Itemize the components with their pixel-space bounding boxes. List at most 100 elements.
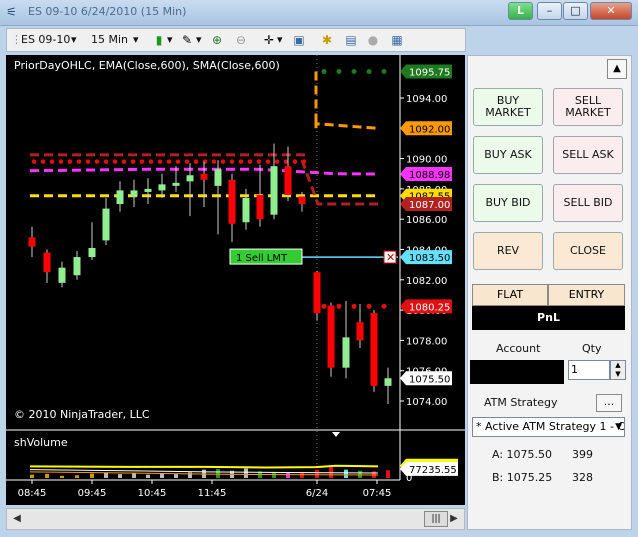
candle-body <box>28 237 36 247</box>
flat-status: FLAT <box>472 284 548 306</box>
crosshair-icon[interactable]: ✛ <box>261 32 277 48</box>
pivot-dot <box>67 159 73 164</box>
buy-ask-button[interactable]: BUY ASK <box>473 136 543 174</box>
pivot-dot <box>139 159 145 164</box>
pivot-dot <box>175 159 181 164</box>
pivot-dot <box>336 303 342 309</box>
qty-label: Qty <box>582 342 602 355</box>
candle-body <box>88 247 96 258</box>
minimize-button[interactable]: – <box>537 2 562 20</box>
interval-selector[interactable]: 15 Min <box>91 32 128 48</box>
candle-body <box>200 173 208 180</box>
pivot-dot <box>351 303 357 309</box>
drawing-dropdown-icon[interactable]: ▾ <box>196 32 202 48</box>
volume-bar <box>132 473 136 478</box>
ask-price: A: 1075.50 <box>492 448 553 461</box>
price-chart[interactable]: 1094.001092.001090.001088.001086.001084.… <box>6 55 465 505</box>
quantity-stepper[interactable]: ▲ ▼ <box>610 360 626 380</box>
scroll-thumb[interactable]: ||| <box>424 511 448 527</box>
chart-canvas[interactable]: 1094.001092.001090.001088.001086.001084.… <box>6 55 465 505</box>
chevron-down-icon: ▼ <box>615 422 622 432</box>
chart-scrollbar[interactable]: ◀ ||| ▶ <box>6 508 465 530</box>
pivot-dot <box>193 159 199 164</box>
pivot-dot <box>85 159 91 164</box>
price-tick-label: 1086.00 <box>406 215 447 226</box>
strategy-icon[interactable]: ● <box>365 32 381 48</box>
bar-type-dropdown-icon[interactable]: ▾ <box>167 32 173 48</box>
volume-label: shVolume <box>14 436 68 449</box>
pivot-dot <box>381 303 387 309</box>
sell-bid-button[interactable]: SELL BID <box>553 184 623 222</box>
pivot-dot <box>76 159 82 164</box>
pivot-dot <box>40 159 46 164</box>
collapse-panel-button[interactable]: ▲ <box>607 59 627 79</box>
pivot-dot <box>166 159 172 164</box>
atm-strategy-options-button[interactable]: ... <box>596 394 622 412</box>
candle-body <box>342 337 350 368</box>
reverse-button[interactable]: REV <box>473 232 543 270</box>
time-tick-label: 08:45 <box>18 488 47 499</box>
price-tag-label: 1088.98 <box>409 170 450 181</box>
volume-marker-icon <box>332 432 340 437</box>
quantity-input[interactable]: 1 <box>568 360 610 380</box>
volume-tag-label: 77235.55 <box>409 465 457 476</box>
pivot-dot <box>238 159 244 164</box>
prior-high-line <box>314 71 379 130</box>
pivot-dot <box>130 159 136 164</box>
pivot-dot <box>292 159 298 164</box>
atm-strategy-select[interactable]: * Active ATM Strategy 1 - C ▼ <box>472 417 625 437</box>
volume-bar <box>60 475 64 478</box>
candle-body <box>144 188 152 192</box>
volume-bar <box>244 468 248 478</box>
pencil-icon[interactable]: ✎ <box>179 32 195 48</box>
copyright-label: © 2010 NinjaTrader, LLC <box>14 408 150 421</box>
account-selector[interactable] <box>470 360 564 384</box>
interval-dropdown-icon[interactable]: ▾ <box>133 32 139 48</box>
link-button[interactable]: L <box>508 2 533 20</box>
pnl-display: PnL <box>472 306 625 330</box>
scroll-left-icon[interactable]: ◀ <box>9 511 25 527</box>
pivot-dot <box>301 159 307 164</box>
buy-bid-button[interactable]: BUY BID <box>473 184 543 222</box>
pivot-dot <box>366 303 372 309</box>
price-tag-label: 1092.00 <box>409 124 450 135</box>
candle-body <box>102 208 110 241</box>
buy-market-button[interactable]: BUY MARKET <box>473 88 543 126</box>
indicators-icon[interactable]: ▤ <box>343 32 359 48</box>
bar-type-icon[interactable]: ▮ <box>151 32 167 48</box>
candle-body <box>284 166 292 195</box>
account-label: Account <box>496 342 541 355</box>
sell-market-button[interactable]: SELL MARKET <box>553 88 623 126</box>
close-button[interactable]: ✕ <box>590 2 632 20</box>
pivot-dot <box>157 159 163 164</box>
zoom-in-icon[interactable]: ⊕ <box>209 32 225 48</box>
scroll-right-icon[interactable]: ▶ <box>446 511 462 527</box>
properties-icon[interactable]: ▣ <box>291 32 307 48</box>
instrument-dropdown-icon[interactable]: ▾ <box>71 32 77 48</box>
volume-bar <box>344 469 348 478</box>
volume-bar <box>174 474 178 478</box>
time-tick-label: 6/24 <box>306 488 328 499</box>
instrument-selector[interactable]: ES 09-10 <box>21 32 70 48</box>
zoom-out-icon[interactable]: ⊖ <box>233 32 249 48</box>
pivot-dot <box>211 159 217 164</box>
pivot-dot <box>103 159 109 164</box>
data-box-icon[interactable]: ▦ <box>389 32 405 48</box>
pivot-dot <box>381 68 387 74</box>
maximize-button[interactable]: □ <box>563 2 588 20</box>
volume-bar <box>90 473 94 478</box>
candle-body <box>370 313 378 386</box>
candle-body <box>313 272 321 314</box>
chart-toolbar: ⋮ ES 09-10 ▾ 15 Min ▾ ▮ ▾ ✎ ▾ ⊕ ⊖ ✛ ▾ ▣ … <box>6 28 466 52</box>
candle-body <box>256 194 264 220</box>
chart-trader-icon[interactable]: ✱ <box>319 32 335 48</box>
crosshair-dropdown-icon[interactable]: ▾ <box>277 32 283 48</box>
pivot-dot <box>265 159 271 164</box>
atm-strategy-value: * Active ATM Strategy 1 - C <box>476 420 625 433</box>
sell-ask-button[interactable]: SELL ASK <box>553 136 623 174</box>
pivot-dot <box>49 159 55 164</box>
pivot-dot <box>366 68 372 74</box>
candle-body <box>43 252 51 273</box>
close-position-button[interactable]: CLOSE <box>553 232 623 270</box>
prior-low-line <box>300 159 378 206</box>
